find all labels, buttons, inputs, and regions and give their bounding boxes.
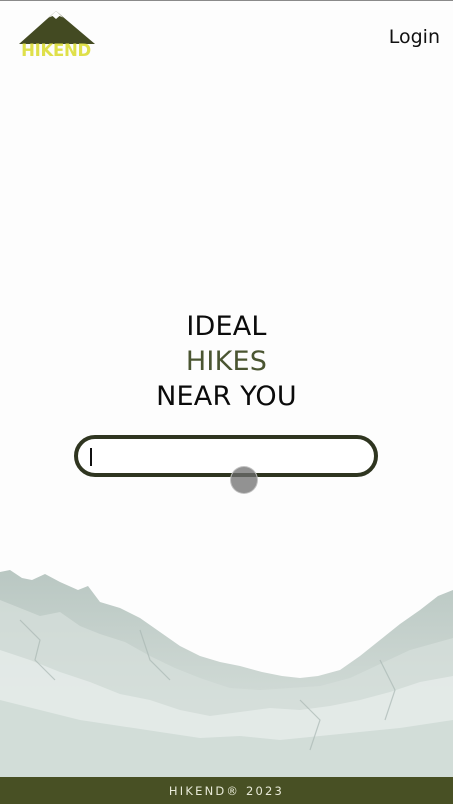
top-divider — [0, 0, 453, 1]
touch-cursor-indicator — [230, 466, 258, 494]
hero-line-3: NEAR YOU — [156, 381, 297, 412]
footer: HIKEND® 2023 — [0, 777, 453, 804]
mountain-background-image — [0, 570, 453, 778]
hero-line-1: IDEAL — [186, 311, 267, 342]
search-box[interactable] — [74, 435, 378, 477]
footer-copyright: HIKEND® 2023 — [168, 784, 285, 798]
logo[interactable]: HIKEND — [18, 10, 96, 62]
text-caret — [90, 448, 92, 466]
page: HIKEND Login IDEAL HIKES NEAR YOU HIKEND… — [0, 0, 453, 804]
hero-heading: IDEAL HIKES NEAR YOU — [0, 309, 453, 414]
login-link[interactable]: Login — [389, 25, 440, 49]
search-input[interactable] — [78, 439, 374, 473]
hero-line-2: HIKES — [185, 346, 268, 377]
logo-text: HIKEND — [21, 41, 91, 60]
